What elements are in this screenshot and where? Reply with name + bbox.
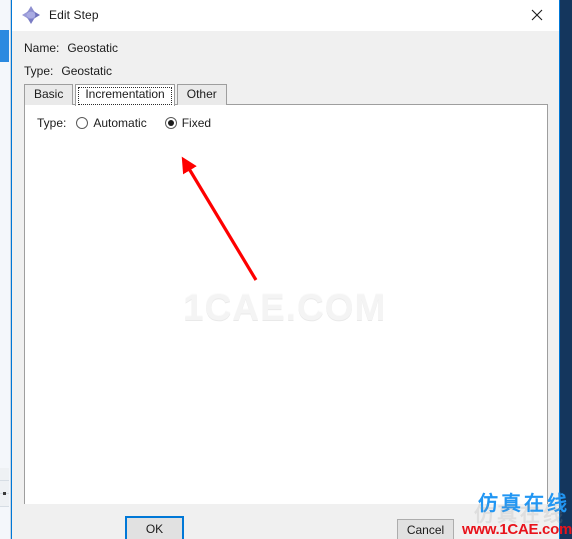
tab-basic[interactable]: Basic [24,84,74,105]
edit-step-dialog: Edit Step Name: Geostatic Type: Geostatic … [11,0,560,539]
tab-incrementation[interactable]: Incrementation [75,84,175,106]
tab-other-label: Other [186,87,217,101]
background-list-rows [0,468,9,508]
background-list-row [0,494,9,507]
dialog-body: Name: Geostatic Type: Geostatic Basic Incr… [12,31,559,539]
page-watermark: 1CAE.COM [183,287,387,328]
tab-incrementation-label: Incrementation [85,87,165,101]
dialog-footer: OK Cancel [12,504,559,539]
cancel-button[interactable]: Cancel [397,519,454,539]
radio-fixed[interactable]: Fixed [164,116,212,130]
incrementation-tab-page: Type: Automatic Fixed 1CAE.COM [24,104,548,532]
tab-other[interactable]: Other [176,84,227,105]
radio-automatic-mark [76,117,89,129]
tab-strip: Basic Incrementation Other [24,84,548,106]
background-list-row [0,468,9,481]
ok-button[interactable]: OK [125,516,184,539]
radio-fixed-label: Fixed [181,116,212,130]
screen: Edit Step Name: Geostatic Type: Geostatic … [0,0,572,539]
close-icon[interactable] [514,0,559,30]
ok-button-label: OK [145,521,164,536]
step-name-value: Geostatic [67,41,119,55]
radio-fixed-mark [164,117,177,129]
background-accent-bar [0,30,9,62]
background-row-marker [3,492,6,495]
cancel-button-label: Cancel [406,523,445,537]
step-type-label: Type: [24,64,54,78]
step-name-label: Name: [24,41,60,55]
step-type-row: Type: Geostatic [24,64,112,78]
incrementation-type-label: Type: [37,116,67,130]
radio-automatic[interactable]: Automatic [76,116,147,130]
radio-automatic-label: Automatic [93,116,147,130]
dialog-title: Edit Step [49,8,99,22]
dialog-titlebar: Edit Step [12,0,559,31]
background-window-left [0,0,11,539]
incrementation-type-row: Type: Automatic Fixed [37,116,229,130]
step-name-row: Name: Geostatic [24,41,118,55]
step-type-value: Geostatic [61,64,113,78]
tab-basic-label: Basic [34,87,64,101]
abaqus-diamond-icon [20,4,42,26]
